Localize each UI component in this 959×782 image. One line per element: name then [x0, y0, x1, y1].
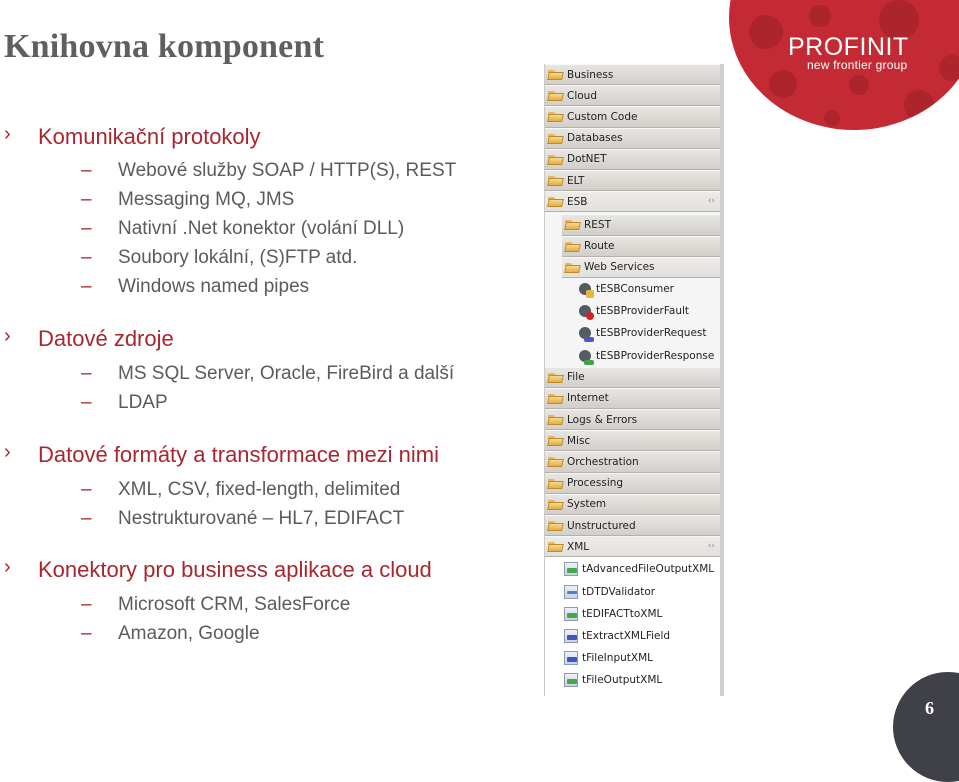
validator-icon	[564, 584, 578, 599]
palette-folder-processing[interactable]: Processing	[545, 472, 720, 494]
folder-icon	[548, 69, 564, 80]
sub-bullet: – LDAP	[81, 392, 168, 413]
palette-folder-web-services[interactable]: Web Services	[562, 256, 720, 278]
palette-folder-business[interactable]: Business	[545, 64, 720, 86]
component-tfileoutputxml[interactable]: tFileOutputXML	[545, 669, 720, 692]
folder-icon	[548, 456, 564, 467]
palette-folder-xml[interactable]: XML ‹›	[545, 536, 720, 558]
sub-bullet: – Amazon, Google	[81, 623, 260, 644]
folder-open-icon	[565, 262, 581, 273]
dash-icon: –	[81, 189, 92, 210]
sub-bullet: – Soubory lokální, (S)FTP atd.	[81, 247, 358, 268]
folder-icon	[548, 393, 564, 404]
chevron-icon: ›	[4, 556, 11, 578]
folder-icon	[548, 372, 564, 383]
component-tdtdvalidator[interactable]: tDTDValidator	[545, 580, 720, 603]
esb-fault-icon	[578, 304, 594, 321]
folder-icon	[548, 478, 564, 489]
file-input-icon	[564, 651, 578, 666]
edifact-convert-icon	[564, 606, 578, 621]
dash-icon: –	[81, 392, 92, 413]
chevron-icon: ›	[4, 123, 11, 145]
sub-bullet: – Microsoft CRM, SalesForce	[81, 594, 351, 615]
chevron-icon: ›	[4, 325, 11, 347]
dash-icon: –	[81, 160, 92, 181]
logo-tagline: new frontier group	[807, 58, 908, 72]
sub-bullet: – Webové služby SOAP / HTTP(S), REST	[81, 160, 457, 181]
folder-open-icon	[548, 541, 564, 552]
bullet-data-sources: › Datové zdroje	[4, 325, 174, 351]
sub-bullet: – Messaging MQ, JMS	[81, 189, 295, 210]
component-tesbproviderfault[interactable]: tESBProviderFault	[545, 300, 720, 323]
folder-icon	[548, 133, 564, 144]
folder-icon	[548, 90, 564, 101]
palette-folder-elt[interactable]: ELT	[545, 169, 720, 192]
palette-folder-rest[interactable]: REST	[562, 214, 720, 236]
component-tfileinputxml[interactable]: tFileInputXML	[545, 647, 720, 670]
palette-folder-cloud[interactable]: Cloud	[545, 85, 720, 107]
bullet-business-connectors: › Konektory pro business aplikace a cloud	[4, 556, 432, 582]
dash-icon: –	[81, 363, 92, 384]
extract-field-icon	[564, 628, 578, 643]
bullet-data-formats: › Datové formáty a transformace mezi nimi	[4, 441, 440, 467]
bullet-communication-protocols: › Komunikační protokoly	[4, 123, 261, 149]
folder-icon	[548, 520, 564, 531]
component-tesbconsumer[interactable]: tESBConsumer	[545, 277, 720, 301]
dash-icon: –	[81, 276, 92, 297]
chevron-icon: ›	[4, 441, 11, 463]
folder-icon	[565, 241, 581, 252]
page-number-badge	[893, 672, 959, 782]
palette-folder-logs-errors[interactable]: Logs & Errors	[545, 409, 720, 431]
palette-folder-custom-code[interactable]: Custom Code	[545, 106, 720, 128]
component-tesbproviderrequest[interactable]: tESBProviderRequest	[545, 322, 720, 345]
collapse-icon[interactable]: ‹›	[708, 541, 715, 551]
slide-title: Knihovna komponent	[4, 28, 325, 65]
dash-icon: –	[81, 623, 92, 644]
palette-folder-esb[interactable]: ESB ‹›	[545, 191, 720, 213]
folder-open-icon	[548, 196, 564, 207]
palette-folder-internet[interactable]: Internet	[545, 387, 720, 409]
sub-bullet: – Nativní .Net konektor (volání DLL)	[81, 218, 405, 239]
page-number: 6	[925, 698, 934, 718]
folder-icon	[548, 499, 564, 510]
sub-bullet: – MS SQL Server, Oracle, FireBird a další	[81, 363, 455, 384]
folder-icon	[565, 219, 581, 230]
collapse-icon[interactable]: ‹›	[708, 196, 715, 206]
file-output-icon	[564, 673, 578, 688]
esb-children: REST Route Web Services tESBConsumer tES…	[545, 212, 720, 367]
xml-output-icon	[564, 562, 578, 577]
folder-icon	[548, 175, 564, 186]
folder-icon	[548, 111, 564, 122]
component-textractxmlfield[interactable]: tExtractXMLField	[545, 624, 720, 648]
palette-folder-dotnet[interactable]: DotNET	[545, 148, 720, 170]
palette-folder-file[interactable]: File	[545, 366, 720, 388]
sub-bullet: – Nestrukturované – HL7, EDIFACT	[81, 508, 405, 529]
esb-request-icon	[578, 326, 594, 343]
palette-folder-misc[interactable]: Misc	[545, 430, 720, 452]
dash-icon: –	[81, 479, 92, 500]
palette-folder-databases[interactable]: Databases	[545, 127, 720, 149]
palette-folder-orchestration[interactable]: Orchestration	[545, 451, 720, 473]
dash-icon: –	[81, 247, 92, 268]
folder-icon	[548, 154, 564, 165]
xml-children: tAdvancedFileOutputXML tDTDValidator tED…	[545, 557, 720, 692]
palette-folder-system[interactable]: System	[545, 493, 720, 515]
dash-icon: –	[81, 218, 92, 239]
folder-icon	[548, 435, 564, 446]
component-palette: Business Cloud Custom Code Databases Dot…	[544, 64, 724, 696]
esb-consumer-icon	[578, 282, 594, 298]
esb-response-icon	[578, 349, 594, 365]
sub-bullet: – XML, CSV, fixed-length, delimited	[81, 479, 401, 500]
dash-icon: –	[81, 594, 92, 615]
component-tesbproviderresponse[interactable]: tESBProviderResponse	[545, 344, 720, 367]
sub-bullet: – Windows named pipes	[81, 276, 310, 297]
component-tedifacttoxml[interactable]: tEDIFACTtoXML	[545, 602, 720, 625]
component-tadvancedfileoutputxml[interactable]: tAdvancedFileOutputXML	[545, 558, 720, 581]
dash-icon: –	[81, 508, 92, 529]
palette-folder-route[interactable]: Route	[562, 235, 720, 257]
palette-folder-unstructured[interactable]: Unstructured	[545, 514, 720, 537]
folder-icon	[548, 414, 564, 425]
